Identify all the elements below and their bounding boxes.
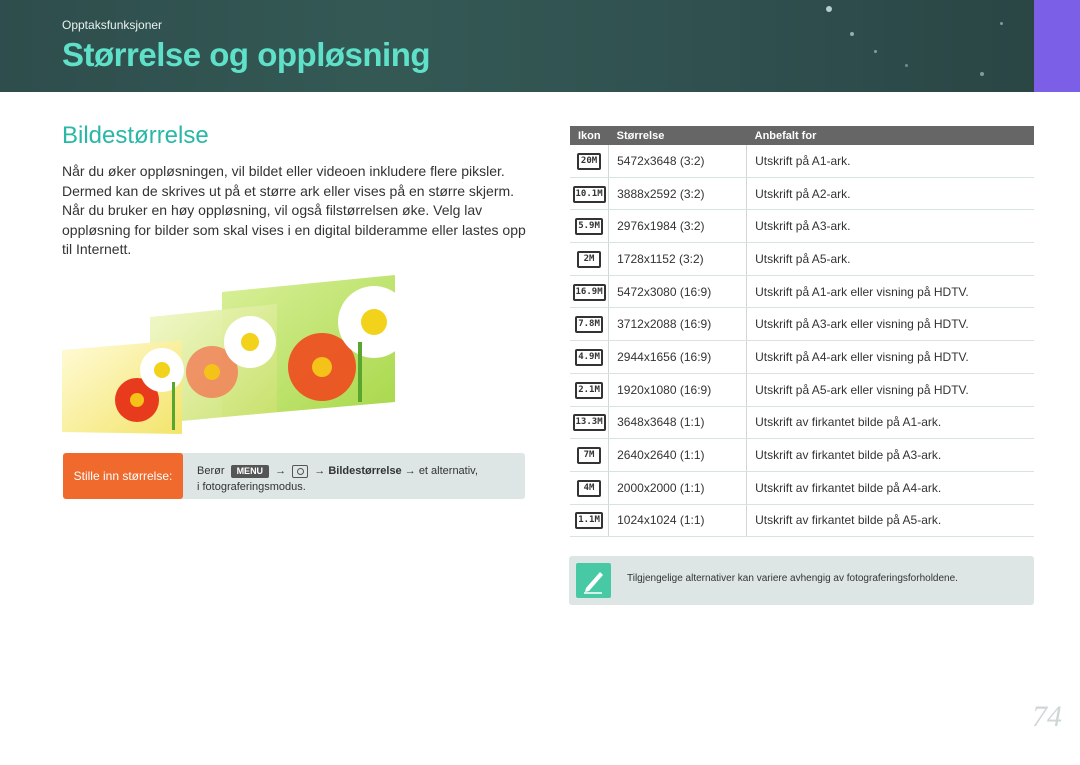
resolution-icon: 7.8M [575,316,603,334]
resolution-icon: 7M [577,447,602,465]
resolution-icon-cell: 1.1M [570,504,610,538]
menu-key-icon: MENU [230,464,270,478]
size-cell: 3888x2592 (3:2) [608,177,748,211]
resolution-icon-cell: 7.8M [570,307,610,342]
sparkle-decoration [905,64,908,67]
arrow-icon: → [314,465,326,477]
size-cell: 5472x3648 (3:2) [608,145,748,178]
size-cell: 2976x1984 (3:2) [608,209,748,244]
page-title: Størrelse og oppløsning [62,36,431,73]
instruction-callout: Stille inn størrelse: Berør MENU → → Bil… [63,453,525,499]
resolution-icon-cell: 2M [570,242,610,276]
column-header-icon: Ikon [570,126,609,145]
resolution-icon: 4.9M [575,348,603,366]
size-table: Ikon Størrelse Anbefalt for 20M 5472x3648… [570,126,1034,538]
size-cell: 2000x2000 (1:1) [608,471,748,505]
recommended-use-cell: Utskrift på A1-ark. [746,145,1034,178]
column-header-use: Anbefalt for [746,126,1034,145]
recommended-use-cell: Utskrift på A5-ark eller visning på HDTV… [746,373,1034,407]
resolution-icon: 16.9M [572,283,606,301]
callout-label: Stille inn størrelse: [63,453,183,499]
callout-line2: i fotograferingsmodus. [197,481,306,493]
resolution-icon-cell: 13.3M [570,406,610,440]
table-row: 5.9M 2976x1984 (3:2) Utskrift på A3-ark. [570,209,1034,244]
resolution-icon: 5.9M [575,218,603,236]
callout-prefix: Berør [197,465,225,477]
body-paragraph: Når du øker oppløsningen, vil bildet ell… [62,163,526,257]
resolution-icon: 20M [577,152,602,170]
menu-item-name: Bildestørrelse [328,465,402,477]
resolution-icon-cell: 4.9M [570,340,610,374]
resolution-icon-cell: 4M [570,471,610,505]
note-box: Tilgjengelige alternativer kan variere a… [569,556,1034,605]
arrow-icon: → [404,465,416,477]
resolution-icon: 10.1M [572,185,606,203]
column-header-size: Størrelse [608,126,747,145]
recommended-use-cell: Utskrift av firkantet bilde på A3-ark. [746,438,1034,472]
resolution-icon-cell: 16.9M [570,275,610,309]
note-text: Tilgjengelige alternativer kan variere a… [627,573,958,584]
resolution-icon: 1.1M [575,512,603,530]
size-cell: 2640x2640 (1:1) [608,438,748,472]
size-cell: 5472x3080 (16:9) [608,275,748,309]
resolution-icon-cell: 10.1M [570,177,610,211]
recommended-use-cell: Utskrift av firkantet bilde på A4-ark. [746,471,1034,505]
sub-heading: Bildestørrelse [62,122,209,149]
recommended-use-cell: Utskrift av firkantet bilde på A5-ark. [746,504,1034,538]
resolution-icon: 2.1M [575,381,603,399]
table-row: 20M 5472x3648 (3:2) Utskrift på A1-ark. [570,145,1034,178]
resolution-icon-cell: 5.9M [570,209,610,244]
sparkle-decoration [850,32,854,36]
callout-suffix: et alternativ, [418,465,478,477]
table-row: 1.1M 1024x1024 (1:1) Utskrift av firkantet… [570,504,1034,538]
table-row: 4.9M 2944x1656 (16:9) Utskrift på A4-ark e… [570,340,1034,374]
recommended-use-cell: Utskrift av firkantet bilde på A1-ark. [746,406,1034,440]
size-comparison-illustration [62,272,442,437]
size-cell: 3648x3648 (1:1) [608,406,748,440]
pencil-note-icon [576,563,611,598]
arrow-icon: → [275,465,287,477]
size-cell: 1920x1080 (16:9) [608,373,748,407]
table-row: 7.8M 3712x2088 (16:9) Utskrift på A3-ark e… [570,307,1034,342]
resolution-icon-cell: 2.1M [570,373,610,407]
page-number: 74 [1032,700,1062,733]
camera-icon [292,464,309,478]
table-row: 10.1M 3888x2592 (3:2) Utskrift på A2-ark. [570,177,1034,211]
sparkle-decoration [1000,22,1003,25]
recommended-use-cell: Utskrift på A5-ark. [746,242,1034,276]
table-row: 4M 2000x2000 (1:1) Utskrift av firkantet b… [570,471,1034,505]
recommended-use-cell: Utskrift på A2-ark. [746,177,1034,211]
table-row: 16.9M 5472x3080 (16:9) Utskrift på A1-ark … [570,275,1034,309]
table-row: 13.3M 3648x3648 (1:1) Utskrift av firkante… [570,406,1034,440]
resolution-icon-cell: 7M [570,438,610,472]
size-cell: 1728x1152 (3:2) [608,242,748,276]
table-header-row: Ikon Størrelse Anbefalt for [570,126,1034,145]
table-row: 2M 1728x1152 (3:2) Utskrift på A5-ark. [570,242,1034,276]
chapter-tab[interactable] [1034,0,1080,92]
size-cell: 2944x1656 (16:9) [608,340,748,374]
size-cell: 1024x1024 (1:1) [608,504,748,538]
resolution-icon-cell: 20M [570,145,610,178]
size-cell: 3712x2088 (16:9) [608,307,748,342]
section-label: Opptaksfunksjoner [62,18,163,32]
resolution-icon: 13.3M [572,414,606,432]
sparkle-decoration [874,50,877,53]
recommended-use-cell: Utskrift på A3-ark eller visning på HDTV… [746,307,1034,342]
sparkle-decoration [980,72,984,76]
recommended-use-cell: Utskrift på A3-ark. [746,209,1034,244]
sparkle-decoration [826,6,832,12]
table-row: 2.1M 1920x1080 (16:9) Utskrift på A5-ark e… [570,373,1034,407]
recommended-use-cell: Utskrift på A4-ark eller visning på HDTV… [746,340,1034,374]
callout-text: Berør MENU → → Bildestørrelse → et alter… [197,463,478,495]
resolution-icon: 2M [577,250,602,268]
table-row: 7M 2640x2640 (1:1) Utskrift av firkantet b… [570,438,1034,472]
resolution-icon: 4M [577,479,602,497]
recommended-use-cell: Utskrift på A1-ark eller visning på HDTV… [746,275,1034,309]
